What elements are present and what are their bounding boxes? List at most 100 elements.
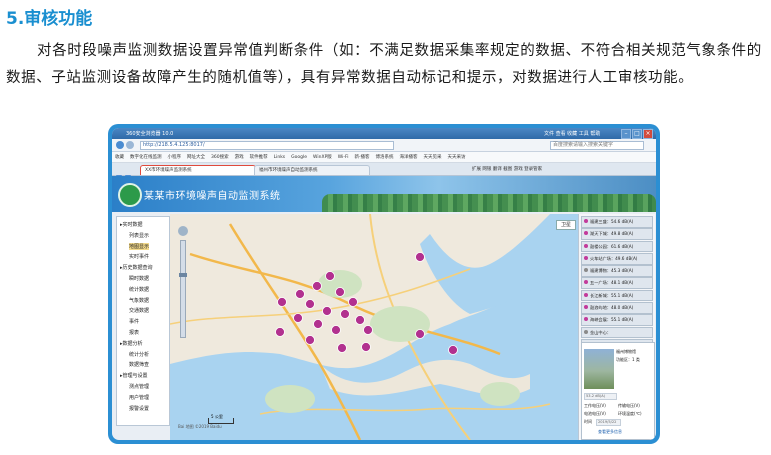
station-list-item[interactable]: 福建三盛：54.6 dB(A) bbox=[581, 216, 653, 228]
sidebar-item[interactable]: ▸实时数据 bbox=[120, 221, 143, 228]
sidebar-item[interactable]: ▸管理与设置 bbox=[120, 372, 148, 379]
app-title: 某某市环境噪声自动监测系统 bbox=[144, 191, 281, 202]
station-label: 鼓浪屿地：48.0 dB(A) bbox=[590, 304, 634, 310]
bookmark-item[interactable]: 小程序 bbox=[168, 154, 182, 160]
sidebar-item[interactable]: 地图显示 bbox=[129, 242, 150, 250]
pan-control-icon[interactable] bbox=[178, 226, 188, 236]
bookmark-item[interactable]: 博洛系统 bbox=[375, 154, 393, 160]
maximize-icon[interactable]: □ bbox=[632, 129, 642, 139]
sidebar-item[interactable]: 瞬时数据 bbox=[129, 275, 149, 282]
sidebar-item[interactable]: ▸历史数据查询 bbox=[120, 264, 153, 271]
bookmark-item[interactable]: 天天采访 bbox=[447, 154, 465, 160]
station-photo bbox=[584, 349, 614, 389]
station-pin-icon bbox=[584, 219, 588, 223]
detail-more-link[interactable]: 查看更多信息 bbox=[598, 429, 622, 435]
sidebar-item[interactable]: 气象数据 bbox=[129, 297, 149, 304]
section-description: 对各时段噪声监测数据设置异常值判断条件（如：不满足数据采集率规定的数据、不符合相… bbox=[6, 43, 762, 86]
detail-value: 53.2 dB(A) bbox=[584, 393, 617, 400]
sidebar-item[interactable]: 统计数据 bbox=[129, 286, 149, 293]
sidebar-item[interactable]: ▸数据分析 bbox=[120, 340, 143, 347]
detail-date: 2019/5/22 bbox=[596, 419, 621, 426]
app-banner: 某某市环境噪声自动监测系统 bbox=[112, 176, 656, 212]
station-pin-icon bbox=[584, 255, 588, 260]
url-input[interactable]: http://218.5.4.125:8017/ bbox=[140, 141, 394, 150]
tab-strip: XX市环境噪声监测系统 福州市环境噪声自动监测系统 扩展 网银 翻译 截图 游戏… bbox=[112, 163, 656, 181]
sidebar-item[interactable]: 列表显示 bbox=[129, 232, 149, 239]
detail-name: 福州博物馆 bbox=[616, 349, 636, 354]
bookmark-item[interactable]: 新·播客 bbox=[355, 154, 370, 160]
bookmark-item[interactable]: 数字化在线监测 bbox=[130, 154, 162, 160]
bookmark-item[interactable]: 软件推荐 bbox=[250, 154, 268, 160]
banner-trees bbox=[322, 194, 656, 212]
tab-active[interactable]: XX市环境噪声监测系统 bbox=[140, 165, 256, 175]
station-list-item[interactable]: 鼓浪屿地：48.0 dB(A) bbox=[581, 301, 653, 314]
station-list-item[interactable]: 金山中心： bbox=[581, 326, 653, 339]
minimize-icon[interactable]: – bbox=[621, 129, 631, 139]
station-list-item[interactable]: 福建博物：45.3 dB(A) bbox=[581, 265, 653, 277]
sidebar-item[interactable]: 报警设置 bbox=[129, 405, 149, 412]
sidebar-item[interactable]: 测点管理 bbox=[129, 383, 149, 390]
detail-row-1: 传输电压(V) bbox=[618, 403, 640, 408]
bookmark-item[interactable]: Wi-Fi bbox=[338, 155, 349, 160]
station-pin-icon bbox=[584, 329, 588, 334]
zoom-slider-knob[interactable] bbox=[179, 273, 187, 277]
back-icon[interactable] bbox=[116, 141, 124, 149]
bookmark-item[interactable]: 收藏 bbox=[115, 154, 124, 160]
station-pin-icon bbox=[584, 280, 588, 285]
zoom-control[interactable] bbox=[178, 226, 188, 346]
app-logo-icon bbox=[118, 183, 142, 207]
station-label: 长江新城：55.1 dB(A) bbox=[590, 292, 634, 298]
browser-titlebar: 360安全浏览器 10.0 文件 查看 收藏 工具 帮助 – □ × bbox=[112, 128, 656, 139]
station-pin-icon bbox=[584, 268, 588, 273]
bookmark-item[interactable]: 天天见采 bbox=[423, 154, 441, 160]
search-input[interactable]: 百度搜索请输入搜索关键字 bbox=[550, 141, 644, 150]
bookmark-item[interactable]: 海洋播客 bbox=[399, 154, 417, 160]
station-list-item[interactable]: 海峡会展：55.1 dB(A) bbox=[581, 314, 653, 326]
station-label: 鼓楼公园：61.6 dB(A) bbox=[590, 243, 634, 249]
station-list-item[interactable]: 五一广场：48.1 dB(A) bbox=[581, 277, 653, 290]
zoom-slider[interactable] bbox=[179, 240, 187, 338]
sidebar-item[interactable]: 报表 bbox=[129, 329, 139, 336]
station-pin-icon bbox=[584, 304, 588, 309]
forward-icon[interactable] bbox=[126, 141, 134, 149]
station-list: 福建三盛：54.6 dB(A) 湖天下城：49.8 dB(A) 鼓楼公园：61.6 … bbox=[581, 216, 653, 351]
bookmark-item[interactable]: 游戏 bbox=[235, 154, 244, 160]
detail-zone: 功能区：1 类 bbox=[616, 357, 640, 362]
station-pin-icon bbox=[584, 292, 588, 297]
station-label: 海峡会展：55.1 dB(A) bbox=[590, 317, 634, 323]
station-label: 福建博物：45.3 dB(A) bbox=[590, 268, 634, 274]
map-copyright: Bai 地图 ©2019 Baidu bbox=[178, 424, 222, 429]
sidebar-item[interactable]: 事件 bbox=[129, 318, 139, 325]
tab-other[interactable]: 福州市环境噪声自动监测系统 bbox=[254, 165, 370, 175]
station-label: 福建三盛：54.6 dB(A) bbox=[590, 219, 634, 224]
window-title: 360安全浏览器 10.0 bbox=[126, 131, 174, 137]
sidebar-item[interactable]: 交通数据 bbox=[129, 307, 149, 314]
bookmark-item[interactable]: WinXP版 bbox=[313, 154, 332, 160]
station-list-item[interactable]: 长江新城：55.1 dB(A) bbox=[581, 289, 653, 302]
bookmark-item[interactable]: 360搜索 bbox=[211, 154, 229, 160]
station-detail: 福州博物馆 功能区：1 类 53.2 dB(A) 工作电压(V) 传输电压(V)… bbox=[581, 342, 655, 440]
station-label: 金山中心： bbox=[590, 329, 611, 335]
station-label: 湖天下城：49.8 dB(A) bbox=[590, 231, 634, 237]
map-canvas[interactable] bbox=[170, 214, 578, 440]
detail-row-3: 环境温度(℃) bbox=[618, 411, 642, 416]
sidebar-item[interactable]: 实时事件 bbox=[129, 253, 149, 260]
map-view[interactable] bbox=[170, 214, 578, 440]
map-type-button[interactable]: 卫星 bbox=[556, 220, 576, 230]
station-list-item[interactable]: 鼓楼公园：61.6 dB(A) bbox=[581, 240, 653, 253]
station-list-item[interactable]: 湖天下城：49.8 dB(A) bbox=[581, 228, 653, 240]
browser-extensions[interactable]: 扩展 网银 翻译 截图 游戏 登录管家 bbox=[472, 166, 542, 172]
sidebar-item[interactable]: 数据筛查 bbox=[129, 361, 149, 368]
sidebar-item[interactable]: 统计分析 bbox=[129, 351, 149, 358]
station-pin-icon bbox=[584, 317, 588, 322]
bookmark-item[interactable]: Google bbox=[291, 155, 307, 160]
bookmark-item[interactable]: 网址大全 bbox=[187, 154, 205, 160]
browser-menu[interactable]: 文件 查看 收藏 工具 帮助 bbox=[544, 130, 600, 137]
close-icon[interactable]: × bbox=[643, 129, 653, 139]
station-pin-icon bbox=[584, 243, 588, 248]
detail-row-0: 工作电压(V) bbox=[584, 403, 606, 408]
section-heading: 5.审核功能 bbox=[6, 9, 93, 29]
bookmark-item[interactable]: Links bbox=[274, 155, 286, 160]
sidebar-item[interactable]: 用户管理 bbox=[129, 394, 149, 401]
station-list-item[interactable]: 火车站广场：49.6 dB(A) bbox=[581, 252, 653, 265]
